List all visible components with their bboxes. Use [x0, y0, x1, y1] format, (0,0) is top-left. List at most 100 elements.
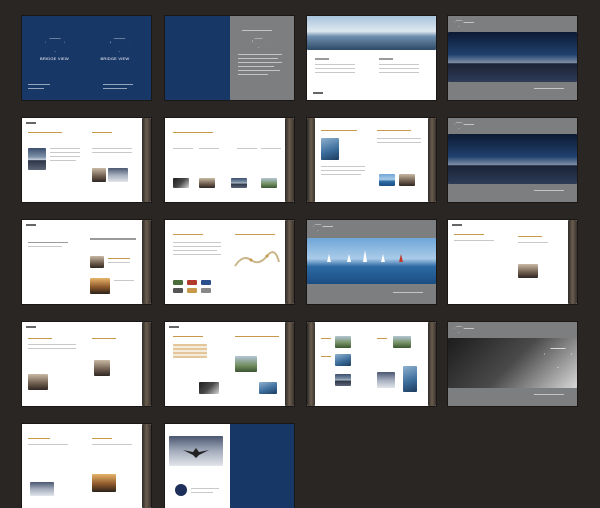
text-line: [534, 190, 564, 191]
photo-thumb: [90, 278, 110, 294]
brand-mark: [452, 224, 462, 226]
photo-handshake: [518, 264, 538, 278]
photo-thumb: [393, 336, 411, 348]
sailboat-icon: [347, 254, 351, 262]
heading-line: [315, 58, 329, 60]
photo-strip: [285, 322, 294, 406]
logo-swatch: [173, 280, 183, 285]
heading-line: [321, 356, 331, 357]
spread-right-grey: [229, 16, 294, 100]
text-line: [92, 152, 132, 153]
heading-line: [92, 338, 116, 339]
text-line: [28, 348, 76, 349]
photo-meeting: [28, 374, 48, 390]
text-line: [28, 242, 68, 243]
photo-thumb: [259, 382, 277, 394]
logo-swatch: [201, 280, 211, 285]
sailboat-icon: [381, 254, 385, 262]
photo-thumb: [231, 178, 247, 188]
diamond-icon: [251, 38, 266, 48]
text-line: [191, 488, 219, 489]
spread-culture[interactable]: [22, 322, 151, 406]
spread-sailing[interactable]: [307, 220, 436, 304]
text-line: [518, 242, 548, 243]
text-line: [92, 444, 132, 445]
text-line: [173, 250, 217, 251]
text-line: [50, 160, 76, 161]
diamond-icon: [45, 38, 65, 52]
eagle-icon: [183, 448, 209, 458]
photo-team: [92, 168, 106, 182]
brand-mark: [169, 326, 179, 328]
heading-line: [321, 338, 331, 339]
spread-section-1[interactable]: [448, 16, 577, 100]
logo-swatch: [187, 280, 197, 285]
text-line: [454, 240, 494, 241]
back-cover-line: [28, 88, 44, 89]
photo-city-skyline: [448, 32, 577, 82]
text-line: [108, 258, 130, 259]
back-cover-line: [28, 84, 50, 85]
text-line: [191, 492, 213, 493]
spread-developments[interactable]: [165, 322, 294, 406]
text-line: [464, 328, 474, 329]
text-line: [237, 148, 257, 149]
heading-line: [377, 338, 387, 339]
text-line: [315, 64, 355, 65]
heading-line: [235, 336, 279, 337]
text-line: [50, 156, 80, 157]
heading-line: [90, 238, 136, 240]
spread-intro[interactable]: [165, 16, 294, 100]
spread-future[interactable]: [22, 424, 151, 508]
photo-thumb: [199, 382, 219, 394]
photo-strip: [285, 220, 294, 304]
map-graphic: [234, 251, 280, 267]
spread-projects[interactable]: [307, 118, 436, 202]
photo-thumb: [335, 354, 351, 366]
spread-company[interactable]: [22, 118, 151, 202]
photo-bridge-businessmen: [448, 134, 577, 184]
front-cover-line: [102, 84, 133, 85]
diamond-icon: [454, 122, 464, 129]
text-line: [321, 174, 361, 175]
photo-office: [108, 168, 128, 182]
text-line: [321, 166, 365, 167]
spread-contents[interactable]: [307, 16, 436, 100]
photo-development: [235, 356, 257, 372]
spread-back[interactable]: [165, 424, 294, 508]
photo-strip: [568, 220, 577, 304]
brand-mark: [26, 326, 36, 328]
spread-services[interactable]: [165, 118, 294, 202]
spread-partners[interactable]: [448, 220, 577, 304]
text-line: [173, 148, 193, 149]
text-line: [321, 170, 365, 171]
data-table: [173, 344, 207, 358]
spread-cover[interactable]: BRIDGE VIEW BRIDGE VIEW: [22, 16, 151, 100]
sailboat-icon: [363, 250, 367, 262]
spread-network[interactable]: [165, 220, 294, 304]
logo-swatch: [201, 288, 211, 293]
photo-thumb: [335, 336, 351, 348]
text-line: [261, 148, 281, 149]
diamond-icon: [313, 224, 323, 231]
spread-section-2[interactable]: [448, 118, 577, 202]
text-line: [534, 88, 564, 89]
spread-vision[interactable]: [22, 220, 151, 304]
photo-strip: [142, 118, 151, 202]
logo-swatch: [173, 288, 183, 293]
text-line: [464, 124, 474, 125]
text-line: [28, 344, 76, 345]
photo-strip: [307, 118, 315, 202]
photo-eagle-sky: [169, 436, 223, 466]
spread-section-3[interactable]: [448, 322, 577, 406]
photo-sunset: [92, 474, 116, 492]
text-line: [28, 246, 62, 247]
photo-strip: [428, 118, 436, 202]
spread-portfolio[interactable]: [307, 322, 436, 406]
diamond-icon: [454, 20, 464, 27]
text-line: [28, 444, 68, 445]
back-cover-logo: BRIDGE VIEW: [40, 56, 69, 61]
text-line: [50, 152, 80, 153]
brand-mark: [26, 122, 36, 124]
back-cover-navy: [229, 424, 294, 508]
